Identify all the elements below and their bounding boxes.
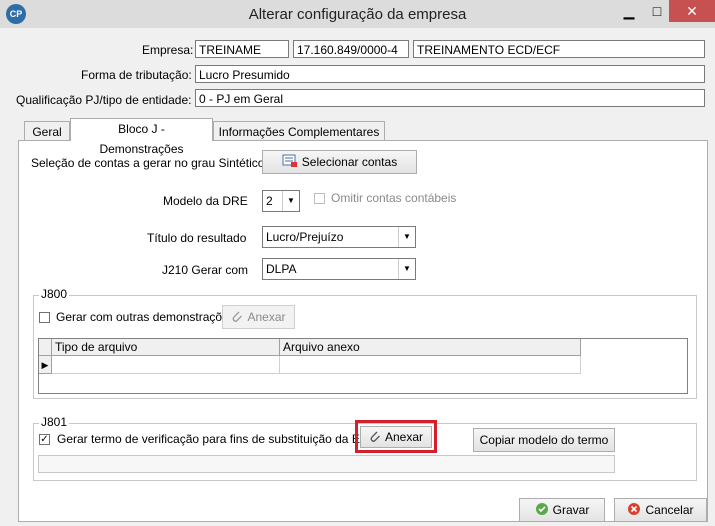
omitir-contas-checkbox[interactable] <box>314 193 325 204</box>
j800-gerar-label: Gerar com outras demonstrações <box>56 310 235 324</box>
omitir-contas-label: Omitir contas contábeis <box>331 191 457 205</box>
paperclip-icon <box>369 429 381 446</box>
select-accounts-icon <box>282 154 298 171</box>
j801-title: J801 <box>39 415 70 429</box>
table-cell-tipo[interactable] <box>52 356 280 374</box>
tab-bloco-j[interactable]: Bloco J - Demonstrações <box>70 118 213 156</box>
j801-anexar-button[interactable]: Anexar <box>360 426 432 448</box>
modelo-dre-select[interactable]: 2 ▼ <box>262 190 300 212</box>
column-header-arquivo-anexo[interactable]: Arquivo anexo <box>280 339 581 356</box>
selecionar-contas-label: Selecionar contas <box>301 155 398 169</box>
tributacao-field[interactable]: Lucro Presumido <box>195 65 705 83</box>
gravar-button[interactable]: Gravar <box>519 498 605 522</box>
check-circle-icon <box>535 502 549 519</box>
maximize-button[interactable]: □ <box>642 0 672 22</box>
modelo-dre-value: 2 <box>266 194 273 208</box>
j210-label: J210 Gerar com <box>162 263 249 277</box>
selecionar-contas-button[interactable]: Selecionar contas <box>262 150 417 174</box>
j800-title: J800 <box>39 287 70 301</box>
empresa-cnpj-field[interactable]: 17.160.849/0000-4 <box>293 40 409 58</box>
chevron-down-icon: ▼ <box>398 259 415 279</box>
tab-informacoes-complementares[interactable]: Informações Complementares <box>213 121 385 141</box>
table-corner <box>39 339 52 356</box>
j210-value: DLPA <box>266 262 297 276</box>
paperclip-icon <box>231 309 243 326</box>
cancelar-label: Cancelar <box>645 503 694 517</box>
j800-anexar-button[interactable]: Anexar <box>222 305 295 329</box>
j801-gerar-label: Gerar termo de verificação para fins de … <box>57 432 378 446</box>
gravar-label: Gravar <box>552 503 590 517</box>
j210-select[interactable]: DLPA ▼ <box>262 258 416 280</box>
j801-gerar-checkbox[interactable]: ✓ <box>39 434 50 445</box>
minimize-button[interactable]: ▁ <box>614 0 644 22</box>
j801-file-field[interactable] <box>38 455 615 473</box>
chevron-down-icon: ▼ <box>398 227 415 247</box>
j800-attachments-table[interactable]: Tipo de arquivo Arquivo anexo ▶ <box>38 338 688 394</box>
cancelar-button[interactable]: Cancelar <box>614 498 707 522</box>
tributacao-label: Forma de tributação: <box>81 68 192 82</box>
qualificacao-field[interactable]: 0 - PJ em Geral <box>195 89 705 107</box>
j800-anexar-label: Anexar <box>247 310 286 324</box>
close-button[interactable]: ✕ <box>669 0 715 22</box>
window-title: Alterar configuração da empresa <box>248 6 467 23</box>
j801-anexar-label: Anexar <box>384 430 424 444</box>
copiar-modelo-button[interactable]: Copiar modelo do termo <box>473 428 615 452</box>
tab-geral[interactable]: Geral <box>24 121 70 141</box>
chevron-down-icon: ▼ <box>282 191 299 211</box>
empresa-code-field[interactable]: TREINAME <box>195 40 289 58</box>
titulo-resultado-label: Título do resultado <box>147 231 247 245</box>
modelo-dre-label: Modelo da DRE <box>163 194 248 208</box>
qualificacao-label: Qualificação PJ/tipo de entidade: <box>16 93 192 107</box>
cancel-icon <box>627 502 641 519</box>
titulo-resultado-select[interactable]: Lucro/Prejuízo ▼ <box>262 226 416 248</box>
empresa-name-field[interactable]: TREINAMENTO ECD/ECF <box>413 40 705 58</box>
empresa-label: Empresa: <box>142 43 194 57</box>
table-cell-anexo[interactable] <box>280 356 581 374</box>
title-bar: CP Alterar configuração da empresa ▁ □ ✕ <box>0 0 715 28</box>
column-header-tipo-arquivo[interactable]: Tipo de arquivo <box>52 339 280 356</box>
titulo-resultado-value: Lucro/Prejuízo <box>266 230 344 244</box>
row-indicator-icon: ▶ <box>39 356 52 374</box>
j800-gerar-checkbox[interactable] <box>39 312 50 323</box>
